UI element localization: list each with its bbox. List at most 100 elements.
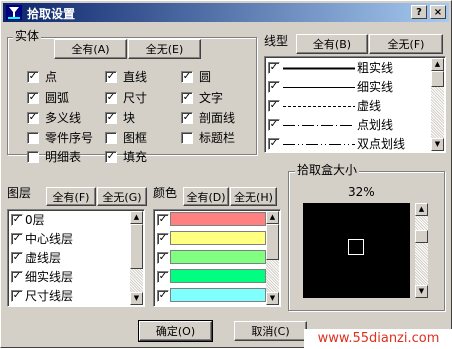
pickbox-size-slider-thumb[interactable]: [415, 230, 428, 243]
scroll-up-arrow-icon[interactable]: ▲: [415, 203, 428, 216]
linetype-row-thick[interactable]: ✓ 粗实线: [267, 59, 429, 77]
pickbox-square: [348, 239, 364, 255]
title-bar[interactable]: 拾取设置 ? ×: [3, 3, 449, 22]
linetype-scrollbar[interactable]: ▲ ▼: [431, 58, 444, 151]
checkbox[interactable]: ✓: [268, 138, 280, 150]
checkbox[interactable]: ✓: [157, 252, 169, 264]
checkbox[interactable]: ✓: [105, 71, 117, 83]
checkbox[interactable]: [27, 132, 39, 144]
scroll-down-arrow-icon[interactable]: ▼: [431, 138, 444, 151]
checkbox[interactable]: ✓: [157, 233, 169, 245]
entity-item-fill[interactable]: ✓ 填充: [105, 150, 175, 164]
color-row[interactable]: ✓: [156, 230, 268, 248]
entity-item-title-block[interactable]: 标题栏: [181, 131, 251, 145]
color-list[interactable]: ✓ ✓ ✓ ✓ ✓ ▲ ▼: [153, 209, 281, 307]
scroll-down-arrow-icon[interactable]: ▼: [415, 285, 428, 298]
entity-item-hatch[interactable]: ✓ 剖面线: [181, 111, 251, 125]
checkbox[interactable]: [27, 151, 39, 163]
linetype-row-dashed[interactable]: ✓ 虚线: [267, 97, 429, 115]
scroll-up-arrow-icon[interactable]: ▲: [266, 211, 279, 224]
dashdotdot-line-sample-icon: [283, 144, 355, 145]
layer-row-label: 尺寸线层: [25, 289, 74, 303]
scroll-up-arrow-icon[interactable]: ▲: [130, 211, 143, 224]
checkbox[interactable]: [181, 132, 193, 144]
close-button[interactable]: ×: [430, 5, 446, 19]
scroll-thumb[interactable]: [130, 224, 143, 269]
cancel-button[interactable]: 取消(C): [234, 321, 307, 341]
entity-item-circle[interactable]: ✓ 圆: [181, 70, 251, 84]
ok-button[interactable]: 确定(O): [138, 320, 213, 342]
checkbox[interactable]: ✓: [181, 71, 193, 83]
entity-item-text[interactable]: ✓ 文字: [181, 91, 251, 105]
layer-row[interactable]: ✓ 细实线层: [10, 268, 130, 286]
color-select-none-button[interactable]: 全无(H): [230, 187, 277, 206]
checkbox[interactable]: ✓: [268, 81, 280, 93]
entity-item-part-number[interactable]: 零件序号: [27, 131, 103, 145]
entity-item-arc[interactable]: ✓ 圆弧: [27, 91, 97, 105]
layer-row[interactable]: ✓ 中心线层: [10, 230, 130, 248]
entity-item-bom[interactable]: 明细表: [27, 150, 97, 164]
checkbox[interactable]: ✓: [27, 92, 39, 104]
checkbox[interactable]: ✓: [105, 112, 117, 124]
entity-select-none-button[interactable]: 全无(E): [128, 39, 201, 59]
linetype-list[interactable]: ✓ 粗实线 ✓ 细实线 ✓ 虚线 ✓ 点划线 ✓ 双点划线 ▲ ▼: [264, 56, 446, 153]
layer-row[interactable]: ✓ 虚线层: [10, 249, 130, 267]
layer-row[interactable]: ✓ 0层: [10, 211, 130, 229]
checkbox[interactable]: [105, 132, 117, 144]
checkbox[interactable]: ✓: [157, 214, 169, 226]
checkbox[interactable]: ✓: [268, 119, 280, 131]
checkbox[interactable]: ✓: [268, 62, 280, 74]
checkbox[interactable]: ✓: [11, 290, 23, 302]
layer-row[interactable]: ✓ 尺寸线层: [10, 287, 130, 305]
entity-item-line[interactable]: ✓ 直线: [105, 70, 175, 84]
pickbox-size-scrollbar[interactable]: ▲ ▼: [415, 203, 428, 298]
checkbox[interactable]: ✓: [268, 100, 280, 112]
checkbox[interactable]: ✓: [11, 214, 23, 226]
layer-scrollbar[interactable]: ▲ ▼: [130, 211, 143, 305]
entity-select-all-button[interactable]: 全有(A): [54, 39, 127, 59]
checkbox[interactable]: ✓: [157, 271, 169, 283]
entity-item-polyline[interactable]: ✓ 多义线: [27, 111, 101, 125]
linetype-select-all-button[interactable]: 全有(B): [296, 34, 368, 54]
entity-item-frame[interactable]: 图框: [105, 131, 175, 145]
color-row[interactable]: ✓: [156, 268, 268, 286]
checkbox[interactable]: ✓: [11, 233, 23, 245]
color-swatch: [170, 250, 266, 264]
color-scrollbar[interactable]: ▲ ▼: [266, 211, 279, 305]
scroll-down-arrow-icon[interactable]: ▼: [266, 292, 279, 305]
scroll-down-arrow-icon[interactable]: ▼: [130, 292, 143, 305]
entity-item-point[interactable]: ✓ 点: [27, 70, 97, 84]
color-swatch: [170, 212, 266, 226]
layer-select-all-button[interactable]: 全有(F): [46, 187, 96, 206]
help-button[interactable]: ?: [411, 5, 427, 19]
color-row[interactable]: ✓: [156, 211, 268, 229]
checkbox[interactable]: ✓: [27, 112, 39, 124]
checkbox[interactable]: ✓: [105, 92, 117, 104]
scroll-up-arrow-icon[interactable]: ▲: [431, 58, 444, 71]
checkbox[interactable]: ✓: [11, 252, 23, 264]
checkbox[interactable]: ✓: [157, 290, 169, 302]
scroll-thumb[interactable]: [431, 71, 444, 87]
checkbox[interactable]: ✓: [27, 71, 39, 83]
window-title: 拾取设置: [27, 7, 76, 21]
color-swatch: [170, 288, 266, 302]
color-row[interactable]: ✓: [156, 287, 268, 305]
entity-item-dimension[interactable]: ✓ 尺寸: [105, 91, 175, 105]
layer-select-none-button[interactable]: 全无(G): [97, 187, 147, 206]
layer-list[interactable]: ✓ 0层 ✓ 中心线层 ✓ 虚线层 ✓ 细实线层 ✓ 尺寸线层 ▲ ▼: [7, 209, 145, 307]
linetype-label-text: 粗实线: [357, 61, 394, 75]
color-swatch: [170, 269, 266, 283]
entity-item-block[interactable]: ✓ 块: [105, 111, 175, 125]
linetype-row-dashdot[interactable]: ✓ 点划线: [267, 116, 429, 134]
linetype-label-text: 细实线: [357, 80, 394, 94]
scroll-thumb[interactable]: [266, 224, 279, 260]
checkbox[interactable]: ✓: [181, 112, 193, 124]
linetype-row-dashdotdot[interactable]: ✓ 双点划线: [267, 135, 429, 152]
color-select-all-button[interactable]: 全有(D): [183, 187, 229, 206]
checkbox[interactable]: ✓: [181, 92, 193, 104]
checkbox[interactable]: ✓: [11, 271, 23, 283]
linetype-select-none-button[interactable]: 全无(F): [369, 34, 443, 54]
checkbox[interactable]: ✓: [105, 151, 117, 163]
color-row[interactable]: ✓: [156, 249, 268, 267]
linetype-row-thin[interactable]: ✓ 细实线: [267, 78, 429, 96]
